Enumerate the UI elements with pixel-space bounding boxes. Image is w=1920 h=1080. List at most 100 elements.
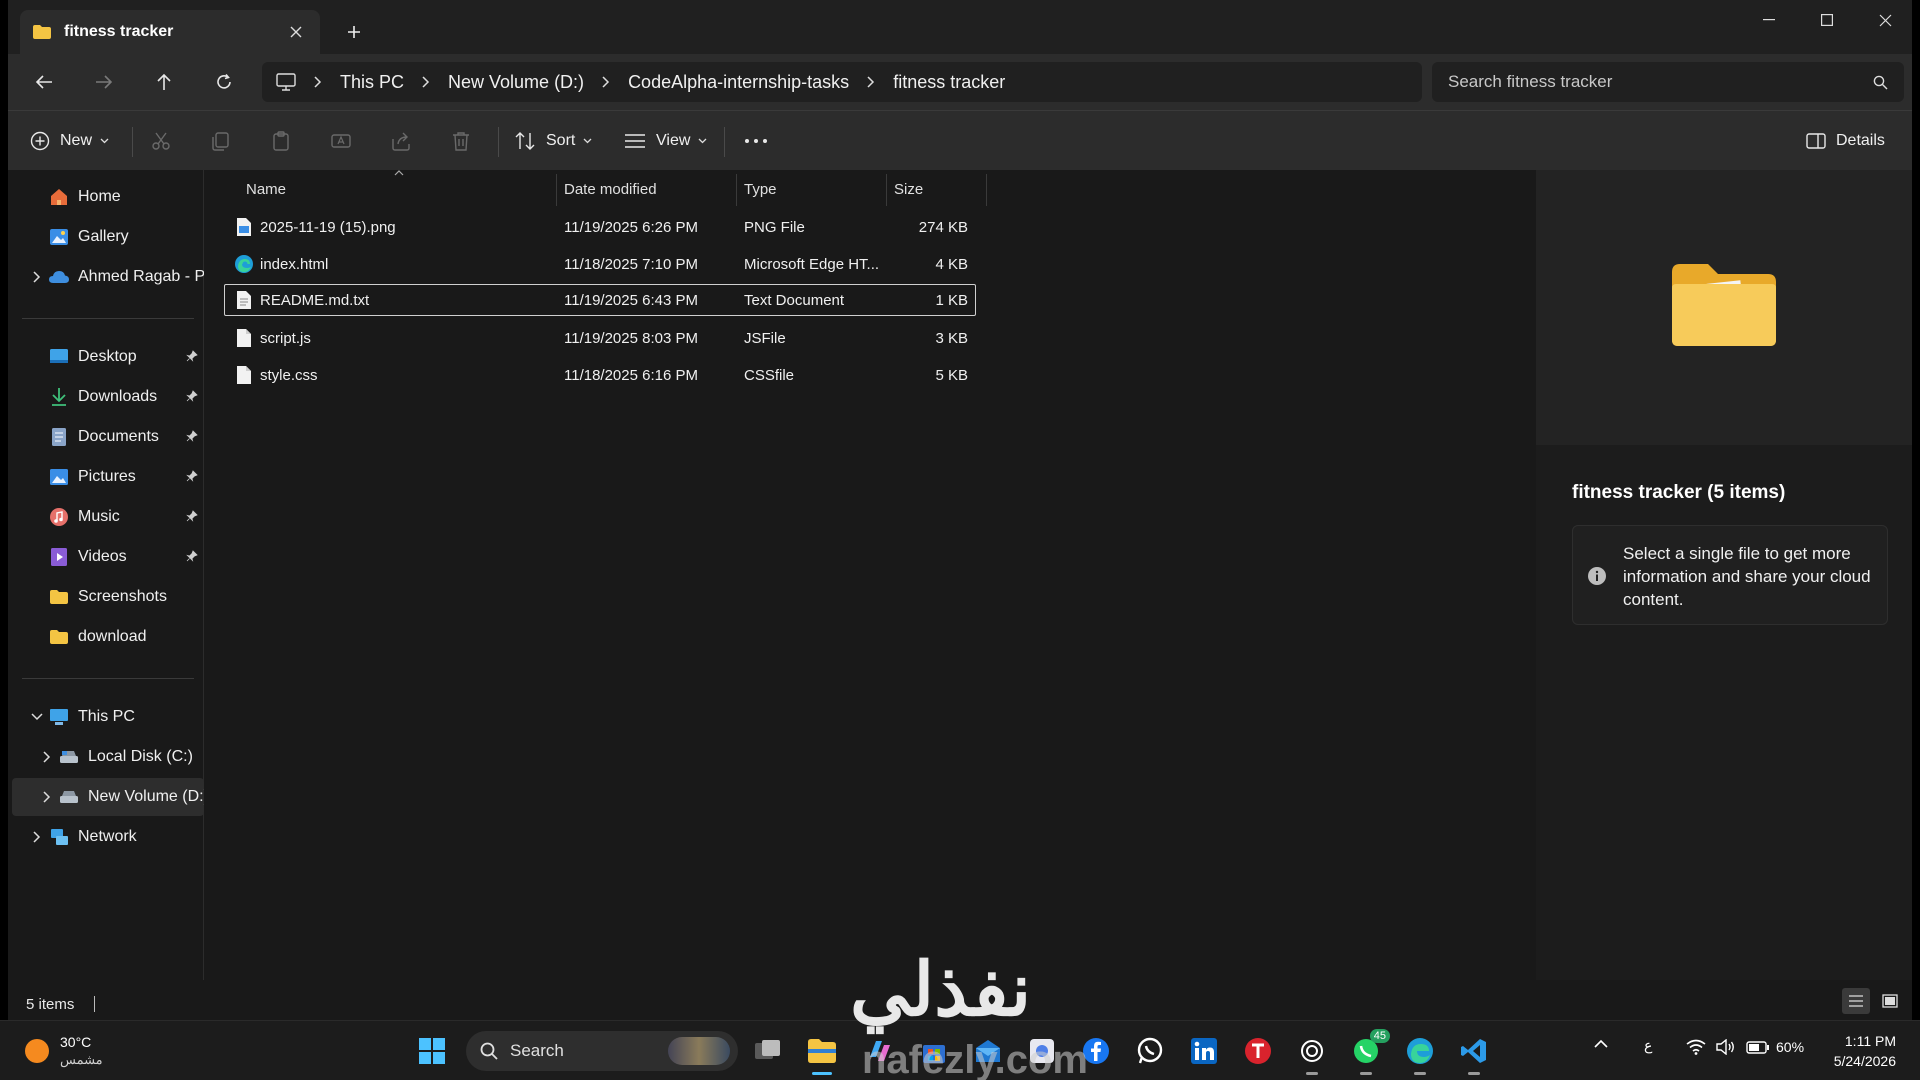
sort-label: Sort	[546, 132, 576, 149]
taskbar-search[interactable]: Search	[466, 1031, 738, 1071]
pin-icon[interactable]	[186, 550, 198, 562]
new-tab-button[interactable]	[338, 18, 370, 46]
sort-icon	[514, 131, 536, 151]
details-view-toggle[interactable]	[1842, 988, 1870, 1014]
file-explorer-taskbar-button[interactable]	[802, 1031, 842, 1075]
whatsapp-business-button[interactable]: 45	[1346, 1029, 1390, 1075]
share-button[interactable]	[390, 121, 412, 161]
chevron-right-icon[interactable]	[40, 750, 54, 764]
sidebar-item-music[interactable]: Music	[12, 498, 204, 536]
arrow-right-icon	[96, 75, 113, 89]
chatgpt-button[interactable]	[1292, 1031, 1332, 1075]
chevron-right-icon[interactable]	[314, 76, 322, 88]
sidebar-item-onedrive[interactable]: Ahmed Ragab - Personal	[12, 258, 204, 296]
weather-widget[interactable]: 30°C مشمس	[24, 1029, 103, 1073]
pin-icon[interactable]	[186, 390, 198, 402]
table-row[interactable]: script.js 11/19/2025 8:03 PM JSFile 3 KB	[224, 322, 976, 354]
pin-icon[interactable]	[186, 350, 198, 362]
task-view-button[interactable]	[748, 1031, 788, 1071]
maximize-icon[interactable]	[1798, 0, 1856, 40]
this-pc-icon[interactable]	[276, 73, 296, 91]
rename-button[interactable]	[330, 121, 352, 161]
minimize-icon[interactable]	[1740, 0, 1798, 40]
back-button[interactable]	[24, 64, 64, 100]
search-icon[interactable]	[1873, 75, 1888, 90]
system-clock[interactable]: 1:11 PM 5/24/2026	[1834, 1031, 1896, 1071]
breadcrumb-this-pc[interactable]: This PC	[340, 72, 404, 93]
sidebar-item-pictures[interactable]: Pictures	[12, 458, 204, 496]
sidebar-item-videos[interactable]: Videos	[12, 538, 204, 576]
pin-icon[interactable]	[186, 430, 198, 442]
view-button[interactable]: View	[624, 121, 707, 161]
file-date: 11/18/2025 6:16 PM	[564, 366, 698, 384]
column-header-name[interactable]: Name	[246, 170, 286, 208]
sidebar-item-local-disk-c[interactable]: Local Disk (C:)	[12, 738, 204, 776]
tiles-view-toggle[interactable]	[1876, 988, 1904, 1014]
chevron-right-icon[interactable]	[422, 76, 430, 88]
language-indicator[interactable]: ع	[1644, 1037, 1652, 1054]
tab-fitness-tracker[interactable]: fitness tracker	[20, 10, 320, 54]
breadcrumb-new-volume[interactable]: New Volume (D:)	[448, 72, 584, 93]
chevron-right-icon[interactable]	[40, 790, 54, 804]
speaker-icon	[1716, 1039, 1734, 1055]
battery-status[interactable]: 60%	[1746, 1039, 1804, 1055]
sort-button[interactable]: Sort	[514, 121, 592, 161]
pin-icon[interactable]	[186, 470, 198, 482]
address-bar[interactable]: This PC New Volume (D:) CodeAlpha-intern…	[262, 62, 1422, 102]
table-row[interactable]: index.html 11/18/2025 7:10 PM Microsoft …	[224, 248, 976, 280]
sidebar-item-documents[interactable]: Documents	[12, 418, 204, 456]
delete-button[interactable]	[450, 121, 472, 161]
up-button[interactable]	[144, 64, 184, 100]
linkedin-button[interactable]	[1184, 1031, 1224, 1071]
taskbar-search-label: Search	[510, 1041, 564, 1060]
sidebar-item-desktop[interactable]: Desktop	[12, 338, 204, 376]
column-divider[interactable]	[986, 174, 987, 206]
sidebar-item-gallery[interactable]: Gallery	[12, 218, 204, 256]
sidebar-label: Screenshots	[78, 588, 167, 605]
details-button[interactable]: Details	[1806, 121, 1885, 161]
column-divider[interactable]	[886, 174, 887, 206]
column-header-date[interactable]: Date modified	[564, 170, 657, 208]
chevron-right-icon[interactable]	[30, 830, 44, 844]
volume-status[interactable]	[1716, 1039, 1736, 1055]
vscode-button[interactable]	[1454, 1031, 1494, 1075]
column-divider[interactable]	[556, 174, 557, 206]
table-row[interactable]: README.md.txt 11/19/2025 6:43 PM Text Do…	[224, 284, 976, 316]
table-row[interactable]: style.css 11/18/2025 6:16 PM CSSfile 5 K…	[224, 359, 976, 391]
sidebar-item-this-pc[interactable]: This PC	[12, 698, 204, 736]
tradingview-button[interactable]	[1238, 1031, 1278, 1071]
chevron-right-icon[interactable]	[30, 270, 44, 284]
show-hidden-icons-button[interactable]	[1594, 1039, 1608, 1048]
sidebar-item-new-volume-d[interactable]: New Volume (D:)	[12, 778, 204, 816]
column-divider[interactable]	[736, 174, 737, 206]
copy-button[interactable]	[210, 121, 232, 161]
sidebar-item-screenshots[interactable]: Screenshots	[12, 578, 204, 616]
chevron-right-icon[interactable]	[867, 76, 875, 88]
window-close-icon[interactable]	[1856, 0, 1914, 40]
sidebar-item-network[interactable]: Network	[12, 818, 204, 856]
edge-taskbar-button[interactable]	[1400, 1031, 1440, 1075]
paste-button[interactable]	[270, 121, 292, 161]
search-box[interactable]	[1432, 62, 1904, 102]
network-status[interactable]	[1686, 1039, 1706, 1055]
cut-button[interactable]	[150, 121, 172, 161]
sidebar-item-downloads[interactable]: Downloads	[12, 378, 204, 416]
pin-icon[interactable]	[186, 510, 198, 522]
column-header-type[interactable]: Type	[744, 170, 777, 208]
forward-button[interactable]	[84, 64, 124, 100]
more-options-button[interactable]	[744, 121, 768, 161]
close-icon[interactable]	[284, 20, 308, 44]
breadcrumb-codealpha[interactable]: CodeAlpha-internship-tasks	[628, 72, 849, 93]
table-row[interactable]: 2025-11-19 (15).png 11/19/2025 6:26 PM P…	[224, 211, 976, 243]
whatsapp-button[interactable]	[1130, 1031, 1170, 1071]
refresh-button[interactable]	[204, 64, 244, 100]
search-input[interactable]	[1448, 72, 1873, 92]
column-header-size[interactable]: Size	[894, 170, 923, 208]
chevron-down-icon[interactable]	[30, 710, 44, 724]
new-button[interactable]: New	[30, 121, 109, 161]
breadcrumb-fitness-tracker[interactable]: fitness tracker	[893, 72, 1005, 93]
start-button[interactable]	[412, 1031, 452, 1071]
sidebar-item-home[interactable]: Home	[12, 178, 204, 216]
chevron-right-icon[interactable]	[602, 76, 610, 88]
sidebar-item-download[interactable]: download	[12, 618, 204, 656]
